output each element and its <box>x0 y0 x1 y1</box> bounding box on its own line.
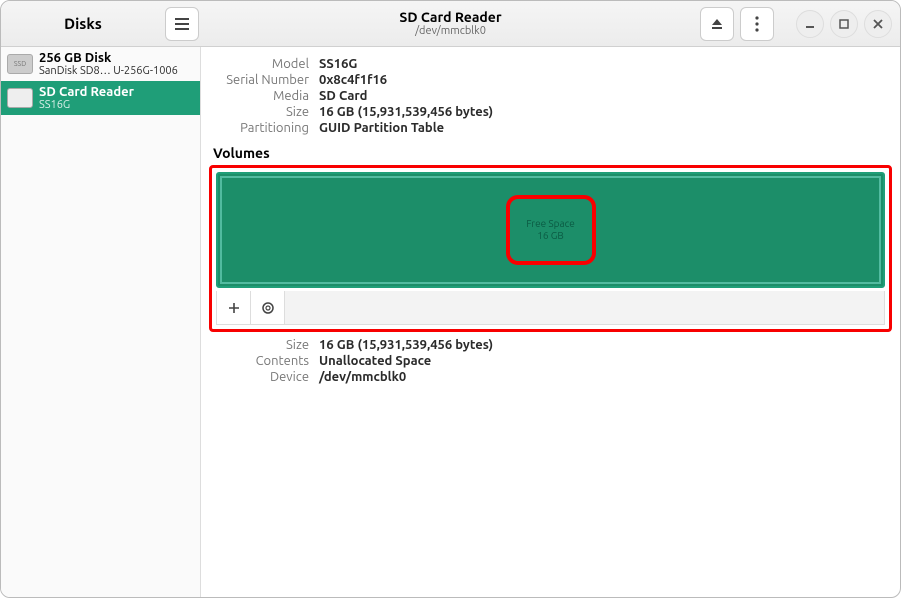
value-model: SS16G <box>319 57 888 71</box>
hamburger-button[interactable] <box>165 7 199 41</box>
label-model: Model <box>213 57 309 71</box>
label-vsize: Size <box>213 338 309 352</box>
eject-button[interactable] <box>700 7 734 41</box>
label-contents: Contents <box>213 354 309 368</box>
value-vsize: 16 GB (15,931,539,456 bytes) <box>319 338 888 352</box>
drive-menu-button[interactable] <box>740 7 774 41</box>
device-sub: SanDisk SD8… U-256G-1006 <box>39 65 178 77</box>
volume-freespace[interactable]: Free Space 16 GB <box>216 172 885 288</box>
hamburger-icon <box>174 17 190 31</box>
label-size: Size <box>213 105 309 119</box>
eject-icon <box>710 17 724 31</box>
label-media: Media <box>213 89 309 103</box>
device-item-disk[interactable]: SSD 256 GB Disk SanDisk SD8… U-256G-1006 <box>1 47 200 81</box>
device-path: /dev/mmcblk0 <box>399 25 501 37</box>
minimize-button[interactable] <box>796 10 824 38</box>
main-panel: Model SS16G Serial Number 0x8c4f1f16 Med… <box>201 47 900 597</box>
volumes-heading: Volumes <box>201 139 900 165</box>
label-vdevice: Device <box>213 370 309 384</box>
device-sidebar: SSD 256 GB Disk SanDisk SD8… U-256G-1006… <box>1 47 201 597</box>
device-name: SD Card Reader <box>39 85 134 99</box>
value-media: SD Card <box>319 89 888 103</box>
label-partitioning: Partitioning <box>213 121 309 135</box>
device-sub: SS16G <box>39 99 134 111</box>
drive-info: Model SS16G Serial Number 0x8c4f1f16 Med… <box>201 47 900 139</box>
gear-icon <box>260 300 276 316</box>
value-contents: Unallocated Space <box>319 354 888 368</box>
app-title: Disks <box>9 15 157 32</box>
label-serial: Serial Number <box>213 73 309 87</box>
volume-label: Free Space <box>526 218 575 230</box>
minimize-icon <box>804 18 816 30</box>
annotation-inner: Free Space 16 GB <box>506 195 596 265</box>
maximize-icon <box>838 18 850 30</box>
volume-toolbar <box>216 291 885 325</box>
close-button[interactable] <box>864 10 892 38</box>
volume-size: 16 GB <box>537 230 564 242</box>
value-partitioning: GUID Partition Table <box>319 121 888 135</box>
volume-settings-button[interactable] <box>251 291 285 324</box>
device-name: 256 GB Disk <box>39 51 178 65</box>
close-icon <box>872 18 884 30</box>
create-partition-button[interactable] <box>217 291 251 324</box>
value-size: 16 GB (15,931,539,456 bytes) <box>319 105 888 119</box>
value-vdevice: /dev/mmcblk0 <box>319 370 888 384</box>
sdcard-icon <box>7 88 33 108</box>
kebab-icon <box>755 16 759 32</box>
device-title: SD Card Reader <box>399 10 501 25</box>
volume-info: Size 16 GB (15,931,539,456 bytes) Conten… <box>201 332 900 388</box>
plus-icon <box>227 301 241 315</box>
app-window: Disks SD Card Reader /dev/mmcblk0 <box>0 0 901 598</box>
titlebar: Disks SD Card Reader /dev/mmcblk0 <box>1 1 900 47</box>
value-serial: 0x8c4f1f16 <box>319 73 888 87</box>
device-item-sdcard[interactable]: SD Card Reader SS16G <box>1 81 200 115</box>
maximize-button[interactable] <box>830 10 858 38</box>
ssd-icon: SSD <box>7 54 33 74</box>
annotation-highlight: Free Space 16 GB <box>209 165 892 332</box>
